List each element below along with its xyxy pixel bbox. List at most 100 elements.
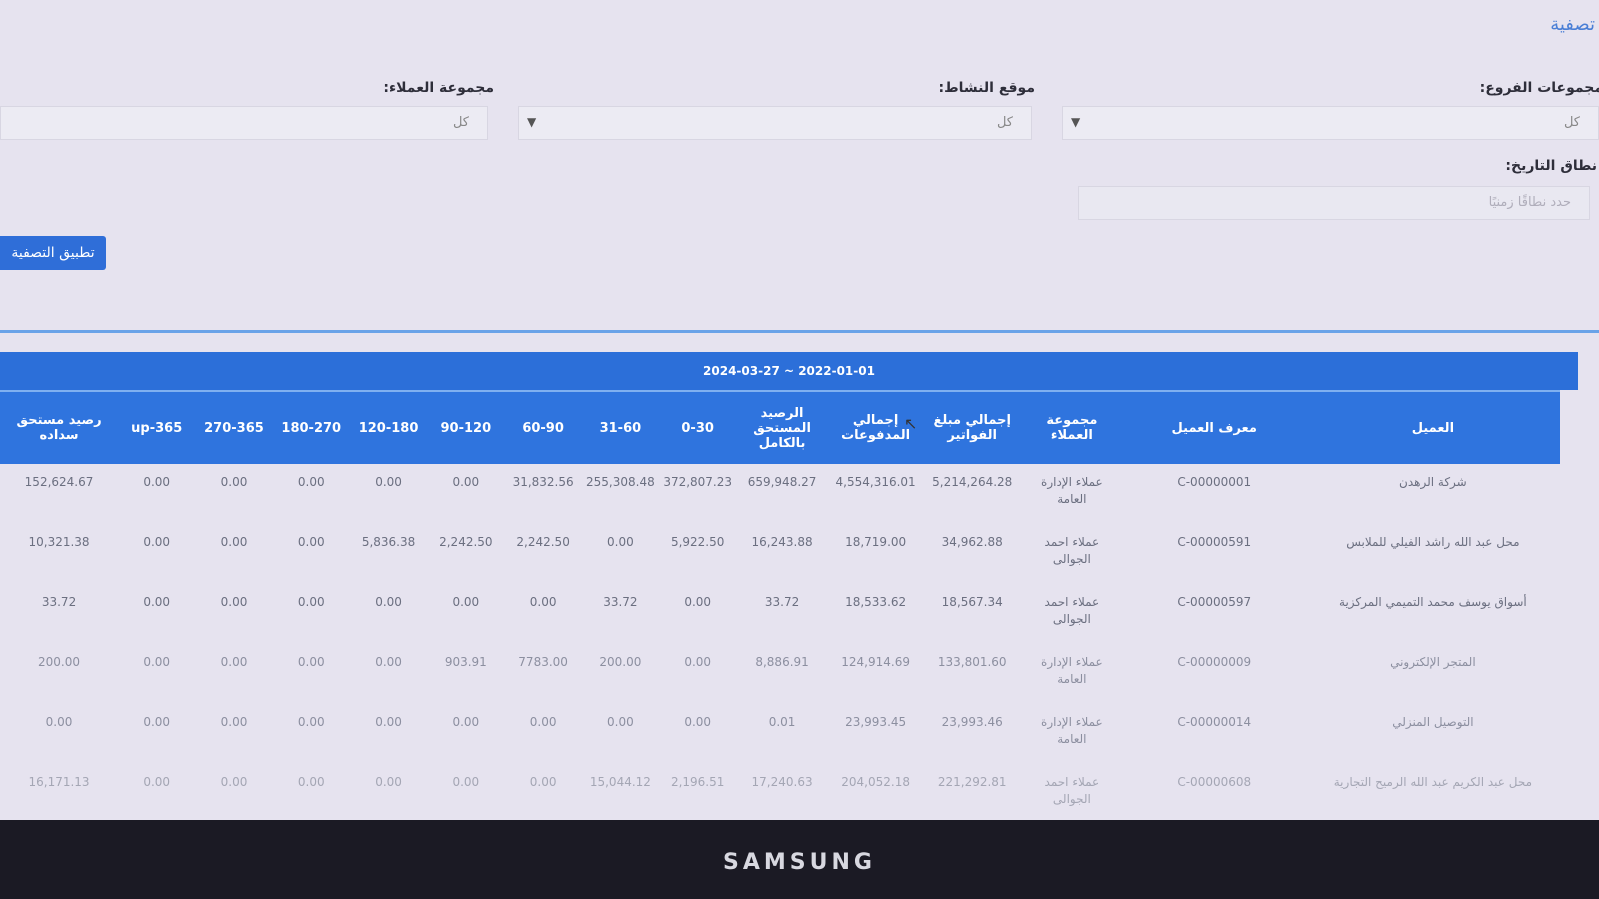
branch-groups-label: مجموعات الفروع: <box>1479 80 1599 96</box>
table-cell: عملاء الإدارة العامة <box>1041 655 1103 686</box>
table-row[interactable]: شركة الرهدن C-00000001 عملاء الإدارة العام… <box>0 464 1560 524</box>
table-cell: 16,171.13 <box>28 775 90 789</box>
table-row[interactable]: محل عبد الله راشد الفيلي للملابس C-000005… <box>0 524 1560 584</box>
customer-group-select[interactable]: كل <box>0 106 488 140</box>
table-cell: 204,052.18 <box>841 775 910 789</box>
table-cell: 200.00 <box>599 655 642 669</box>
table-cell: 0.00 <box>143 535 171 549</box>
column-header[interactable]: 60-90 <box>504 390 582 464</box>
table-cell: شركة الرهدن <box>1399 475 1467 489</box>
table-cell: 0.00 <box>143 775 171 789</box>
table-cell: 0.00 <box>529 775 557 789</box>
table-cell: 0.00 <box>375 715 402 729</box>
table-cell: 659,948.27 <box>747 475 817 489</box>
column-header[interactable]: رصيد مستحق سداده <box>0 390 119 464</box>
table-cell: 0.00 <box>220 715 248 729</box>
table-cell: 0.00 <box>607 535 634 549</box>
table-cell: 0.00 <box>297 775 325 789</box>
table-cell: 2,242.50 <box>439 535 493 549</box>
table-cell: 5,214,264.28 <box>932 475 1013 489</box>
table-row[interactable]: أسواق يوسف محمد التميمي المركزية C-000005… <box>0 584 1560 644</box>
table-cell: 0.00 <box>220 595 248 609</box>
table-cell: 0.00 <box>297 535 325 549</box>
branch-groups-value: كل <box>1563 115 1580 130</box>
chevron-down-icon: ▼ <box>527 115 537 129</box>
mouse-cursor-icon: ↖ <box>904 414 918 433</box>
table-cell: 16,243.88 <box>751 535 813 549</box>
table-cell: 0.00 <box>220 655 248 669</box>
chevron-down-icon: ▼ <box>1071 115 1081 129</box>
column-header[interactable]: 180-270 <box>272 390 350 464</box>
table-cell: عملاء احمد الجوالى <box>1044 595 1100 626</box>
header-row: العميل معرف العميل مجموعة العملاء إجمالي… <box>0 390 1560 464</box>
table-cell: 0.00 <box>45 715 73 729</box>
activity-location-select[interactable]: كل ▼ <box>518 106 1032 140</box>
table-cell: 0.00 <box>143 595 171 609</box>
table-cell: محل عبد الله راشد الفيلي للملابس <box>1346 535 1520 549</box>
app-screen: تصفية مجموعات الفروع: كل ▼ موقع النشاط: … <box>0 0 1599 820</box>
table-cell: 903.91 <box>444 655 487 669</box>
table-cell: 0.00 <box>297 595 325 609</box>
branch-groups-select[interactable]: كل ▼ <box>1062 106 1599 140</box>
column-header[interactable]: 31-60 <box>581 390 660 464</box>
table-cell: 34,962.88 <box>941 535 1003 549</box>
column-header[interactable]: الرصيد المستحق بالكامل <box>736 390 828 464</box>
table-cell: 5,922.50 <box>670 535 725 549</box>
table-cell: 18,567.34 <box>941 595 1003 609</box>
monitor-brand-logo: SAMSUNG <box>723 850 876 875</box>
table-cell: 8,886.91 <box>755 655 809 669</box>
page-title: تصفية <box>1550 14 1595 35</box>
table-cell: 0.00 <box>143 475 171 489</box>
table-cell: C-00000001 <box>1177 475 1252 489</box>
table-row[interactable]: التوصيل المنزلي C-00000014 عملاء الإدارة ا… <box>0 704 1560 764</box>
table-cell: 0.00 <box>297 715 325 729</box>
table-cell: 33.72 <box>41 595 77 609</box>
table-cell: 0.00 <box>220 475 248 489</box>
table-cell: 0.00 <box>143 655 171 669</box>
column-header[interactable]: العميل <box>1305 390 1560 464</box>
column-header[interactable]: 270-365 <box>195 390 273 464</box>
activity-location-label: موقع النشاط: <box>938 80 1035 96</box>
apply-filter-button[interactable]: تطبيق التصفية <box>0 236 106 270</box>
table-cell: 4,554,316.01 <box>835 475 916 489</box>
table-cell: 0.00 <box>375 775 402 789</box>
table-cell: C-00000591 <box>1177 535 1252 549</box>
table-cell: 0.00 <box>220 535 248 549</box>
table-cell: 152,624.67 <box>24 475 94 489</box>
date-range-input[interactable]: حدد نطاقًا زمنيًا <box>1078 186 1590 220</box>
table-cell: 200.00 <box>38 655 81 669</box>
column-header[interactable]: 120-180 <box>349 390 428 464</box>
table-cell: 2,242.50 <box>516 535 570 549</box>
table-cell: 0.00 <box>452 775 480 789</box>
table-cell: محل عبد الكريم عبد الله الرميح التجارية <box>1333 775 1533 789</box>
column-header[interactable]: 90-120 <box>427 390 505 464</box>
table-cell: التوصيل المنزلي <box>1392 715 1474 729</box>
customer-group-value: كل <box>452 115 469 130</box>
table-cell: 15,044.12 <box>589 775 651 789</box>
table-row[interactable]: محل عبد الكريم عبد الله الرميح التجارية C… <box>0 764 1560 820</box>
table-cell: 0.00 <box>452 715 480 729</box>
table-cell: عملاء احمد الجوالى <box>1044 535 1100 566</box>
table-cell: 0.00 <box>607 715 634 729</box>
table-row[interactable]: المتجر الإلكتروني C-00000009 عملاء الإدارة… <box>0 644 1560 704</box>
table-cell: 0.00 <box>375 655 402 669</box>
table-cell: عملاء الإدارة العامة <box>1041 475 1103 506</box>
column-header[interactable]: مجموعة العملاء <box>1021 390 1123 464</box>
table-cell: 124,914.69 <box>841 655 910 669</box>
table-cell: 18,533.62 <box>845 595 907 609</box>
divider <box>0 330 1599 333</box>
column-header[interactable]: up-365 <box>118 390 196 464</box>
table-cell: 18,719.00 <box>845 535 907 549</box>
column-header[interactable]: معرف العميل <box>1122 390 1306 464</box>
table-cell: 0.01 <box>768 715 796 729</box>
table-cell: أسواق يوسف محمد التميمي المركزية <box>1339 595 1527 609</box>
table-cell: 0.00 <box>375 595 402 609</box>
report-grid: العميل معرف العميل مجموعة العملاء إجمالي… <box>0 390 1560 820</box>
table-cell: 17,240.63 <box>751 775 813 789</box>
table-cell: 372,807.23 <box>663 475 733 489</box>
table-cell: 255,308.48 <box>586 475 655 489</box>
report-body: شركة الرهدن C-00000001 عملاء الإدارة العام… <box>0 464 1560 820</box>
column-header[interactable]: 0-30 <box>659 390 737 464</box>
column-header[interactable]: إجمالي مبلغ الفواتير <box>923 390 1022 464</box>
aging-report-table: 2024-03-27 ~ 2022-01-01 العميل معرف العم… <box>0 352 1578 820</box>
